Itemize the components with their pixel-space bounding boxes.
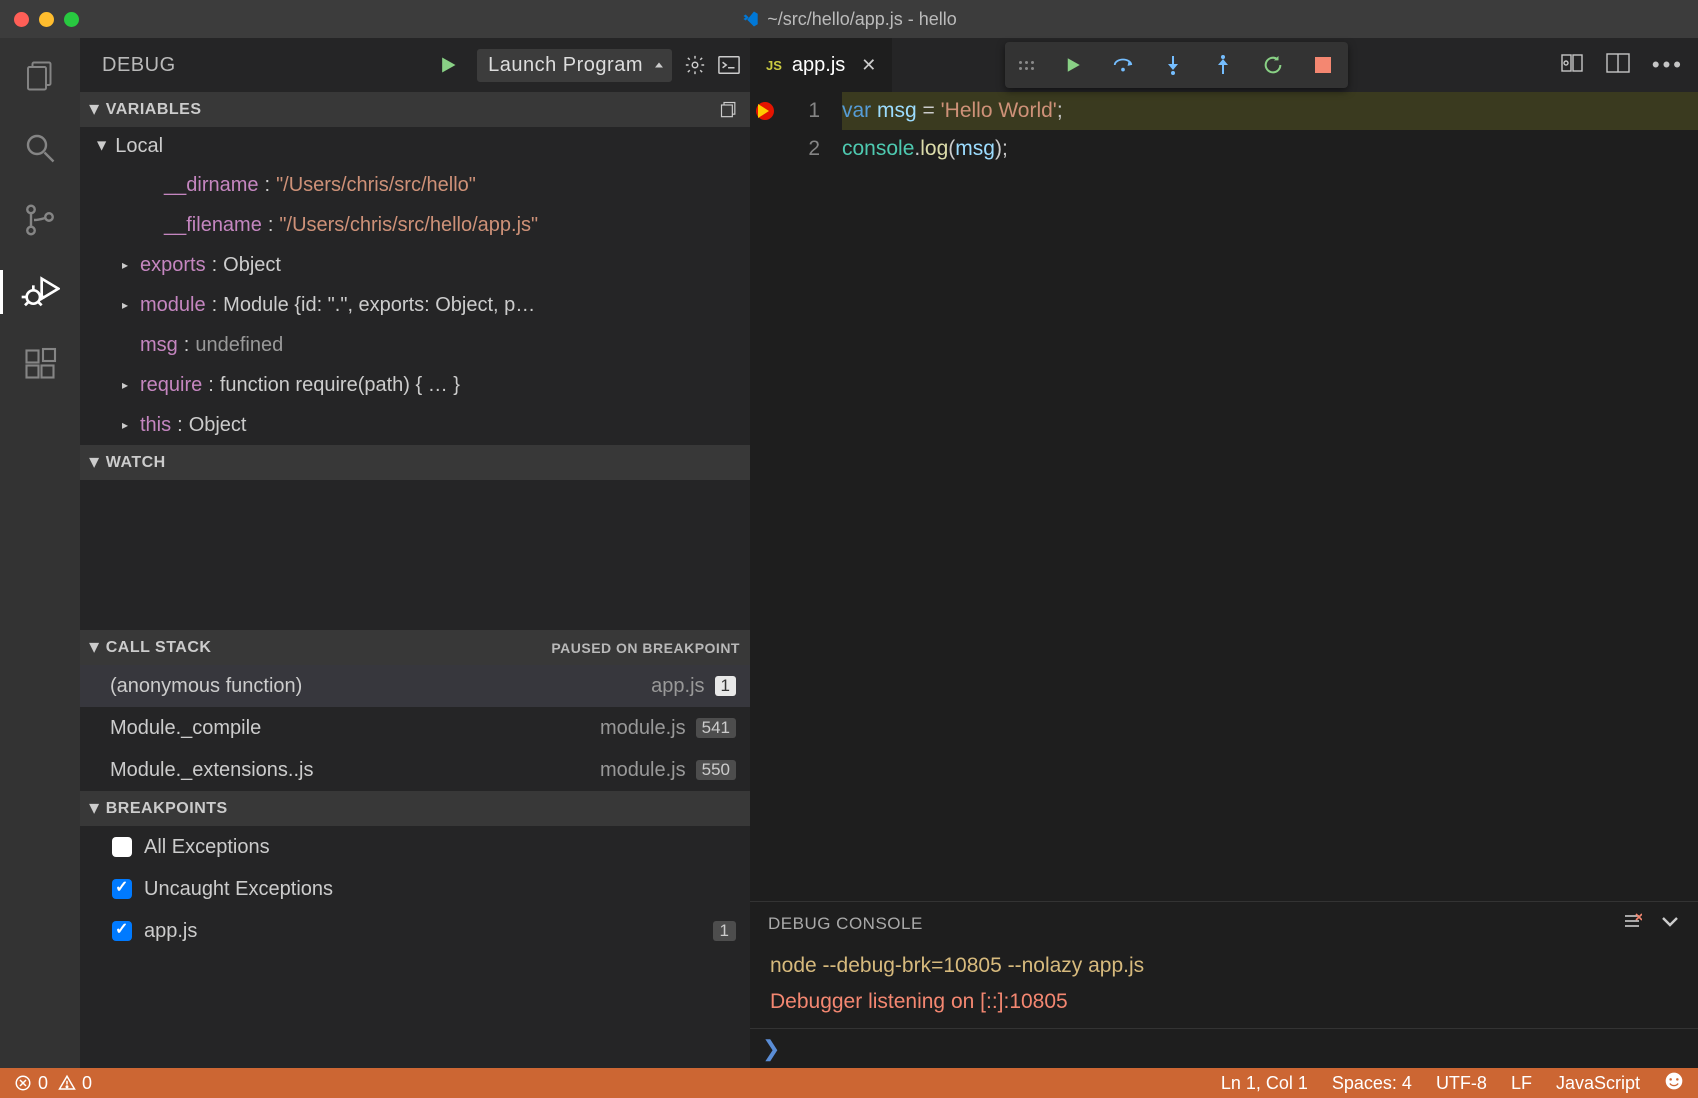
breakpoint-row[interactable]: All Exceptions [80, 826, 750, 868]
cursor-position[interactable]: Ln 1, Col 1 [1221, 1073, 1308, 1094]
clear-console-icon[interactable] [1622, 913, 1642, 936]
variables-section-header[interactable]: ▶VARIABLES [80, 92, 750, 127]
checkbox[interactable] [112, 921, 132, 941]
variable-row[interactable]: ▸exports: Object [80, 245, 750, 285]
checkbox[interactable] [112, 837, 132, 857]
debug-sidebar-header: DEBUG Launch Program [80, 38, 750, 92]
collapse-all-icon[interactable] [718, 99, 740, 121]
line-numbers: 12 [780, 92, 834, 901]
continue-icon[interactable] [1062, 54, 1084, 76]
launch-config-label: Launch Program [488, 54, 643, 76]
minimize-window-icon[interactable] [39, 12, 54, 27]
close-window-icon[interactable] [14, 12, 29, 27]
callstack-row[interactable]: Module._extensions..jsmodule.js550 [80, 749, 750, 791]
variable-row[interactable]: ▸this: Object [80, 405, 750, 445]
warnings-count[interactable]: 0 [58, 1073, 92, 1094]
indentation-status[interactable]: Spaces: 4 [1332, 1073, 1412, 1094]
title-bar: ~/src/hello/app.js - hello [0, 0, 1698, 38]
callstack-section-header[interactable]: ▶CALL STACK PAUSED ON BREAKPOINT [80, 630, 750, 665]
step-out-icon[interactable] [1212, 54, 1234, 76]
status-bar: 0 0 Ln 1, Col 1 Spaces: 4 UTF-8 LF JavaS… [0, 1068, 1698, 1098]
window-title-text: ~/src/hello/app.js - hello [767, 9, 957, 30]
collapse-panel-icon[interactable] [1660, 913, 1680, 936]
editor-tabs: JS app.js ✕ ••• [750, 38, 1698, 92]
drag-handle-icon[interactable] [1019, 61, 1034, 70]
tab-filename: app.js [792, 54, 845, 77]
panel-header: DEBUG CONSOLE [750, 902, 1698, 946]
feedback-icon[interactable] [1664, 1071, 1684, 1096]
source-control-icon[interactable] [14, 194, 66, 246]
extensions-icon[interactable] [14, 338, 66, 390]
window-controls [14, 12, 79, 27]
watch-section-header[interactable]: ▶WATCH [80, 445, 750, 480]
glyph-margin [750, 92, 780, 901]
debug-sidebar: DEBUG Launch Program ▶VARIABLES ▶Local _… [80, 38, 750, 1068]
debug-toolbar[interactable] [1005, 42, 1348, 88]
scope-label: Local [115, 135, 163, 158]
variable-row[interactable]: __dirname: "/Users/chris/src/hello" [80, 165, 750, 205]
code-content[interactable]: var msg = 'Hello World';console.log(msg)… [834, 92, 1698, 901]
callstack-section: (anonymous function)app.js1Module._compi… [80, 665, 750, 791]
window-title: ~/src/hello/app.js - hello [741, 9, 957, 30]
panel-title: DEBUG CONSOLE [768, 914, 923, 934]
zoom-window-icon[interactable] [64, 12, 79, 27]
breakpoints-section-header[interactable]: ▶BREAKPOINTS [80, 791, 750, 826]
debug-console-input[interactable]: ❯ [750, 1028, 1698, 1068]
compare-changes-icon[interactable] [1560, 52, 1584, 79]
console-icon[interactable] [718, 54, 740, 76]
callstack-state: PAUSED ON BREAKPOINT [551, 640, 740, 656]
step-over-icon[interactable] [1112, 54, 1134, 76]
variables-section: ▶Local __dirname: "/Users/chris/src/hell… [80, 127, 750, 445]
panel: DEBUG CONSOLE node --debug-brk=10805 --n… [750, 901, 1698, 1068]
watch-section [80, 480, 750, 630]
explorer-icon[interactable] [14, 50, 66, 102]
sidebar-title: DEBUG [102, 54, 176, 77]
restart-icon[interactable] [1262, 54, 1284, 76]
debug-icon[interactable] [14, 266, 66, 318]
activity-bar [0, 38, 80, 1068]
editor-group: JS app.js ✕ ••• [750, 38, 1698, 1068]
launch-config-select[interactable]: Launch Program [477, 49, 672, 82]
watch-label: WATCH [106, 454, 166, 472]
tab-app-js[interactable]: JS app.js ✕ [750, 38, 892, 92]
breakpoints-label: BREAKPOINTS [106, 800, 228, 818]
settings-icon[interactable] [684, 54, 706, 76]
eol-status[interactable]: LF [1511, 1073, 1532, 1094]
vscode-icon [741, 10, 759, 28]
code-editor[interactable]: 12 var msg = 'Hello World';console.log(m… [750, 92, 1698, 901]
search-icon[interactable] [14, 122, 66, 174]
errors-count[interactable]: 0 [14, 1073, 48, 1094]
debug-console-output: node --debug-brk=10805 --nolazy app.jsDe… [750, 946, 1698, 1028]
encoding-status[interactable]: UTF-8 [1436, 1073, 1487, 1094]
close-tab-icon[interactable]: ✕ [861, 55, 876, 76]
callstack-row[interactable]: (anonymous function)app.js1 [80, 665, 750, 707]
variables-label: VARIABLES [106, 101, 202, 119]
variable-row[interactable]: ▸module: Module {id: ".", exports: Objec… [80, 285, 750, 325]
variable-row[interactable]: msg: undefined [80, 325, 750, 365]
callstack-label: CALL STACK [106, 639, 212, 657]
more-actions-icon[interactable]: ••• [1652, 52, 1684, 79]
breakpoint-glyph[interactable] [756, 102, 774, 120]
exec-pointer-icon [758, 104, 769, 118]
breakpoint-row[interactable]: app.js1 [80, 910, 750, 952]
stop-icon[interactable] [1312, 54, 1334, 76]
callstack-row[interactable]: Module._compilemodule.js541 [80, 707, 750, 749]
variable-row[interactable]: __filename: "/Users/chris/src/hello/app.… [80, 205, 750, 245]
checkbox[interactable] [112, 879, 132, 899]
js-icon: JS [766, 58, 782, 73]
language-mode[interactable]: JavaScript [1556, 1073, 1640, 1094]
scope-local[interactable]: ▶Local [80, 127, 750, 165]
breakpoint-row[interactable]: Uncaught Exceptions [80, 868, 750, 910]
split-editor-icon[interactable] [1606, 52, 1630, 79]
start-debug-button[interactable] [431, 48, 465, 82]
step-into-icon[interactable] [1162, 54, 1184, 76]
breakpoints-section: All ExceptionsUncaught Exceptionsapp.js1 [80, 826, 750, 952]
variable-row[interactable]: ▸require: function require(path) { … } [80, 365, 750, 405]
